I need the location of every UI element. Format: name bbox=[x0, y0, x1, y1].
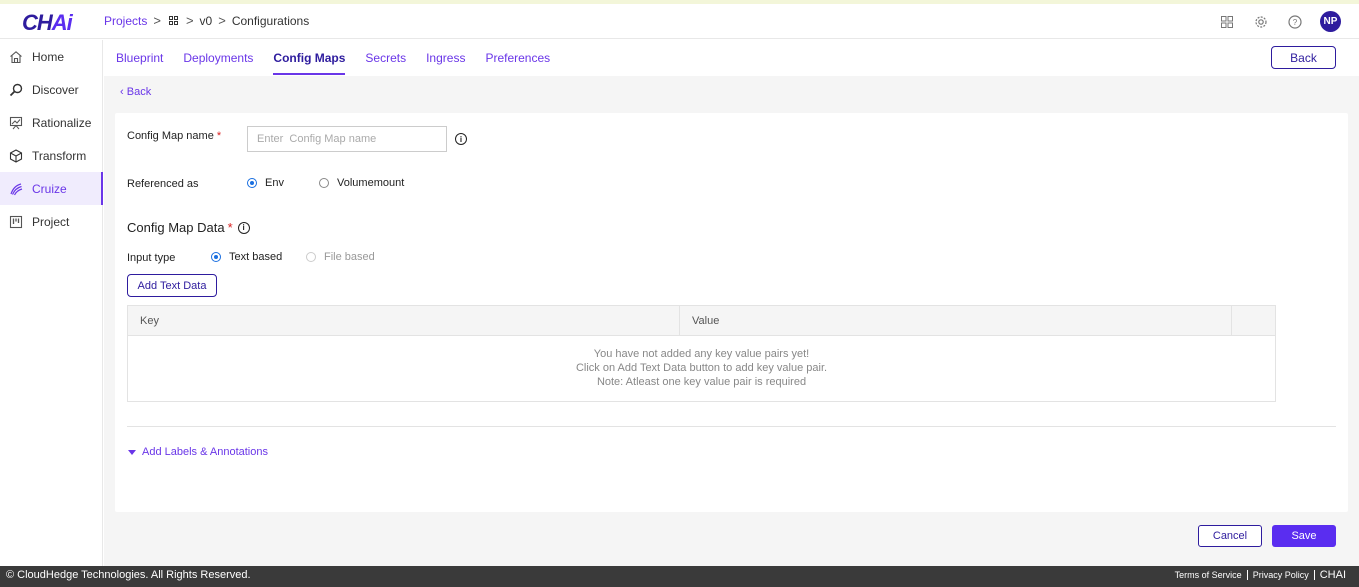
sidebar-item-cruize[interactable]: Cruize bbox=[0, 172, 103, 205]
tab-blueprint[interactable]: Blueprint bbox=[116, 40, 163, 76]
radio-unselected-icon bbox=[319, 178, 329, 188]
sidebar-item-label: Rationalize bbox=[32, 115, 92, 130]
caret-down-icon bbox=[128, 449, 136, 455]
settings-gear-icon[interactable] bbox=[1252, 13, 1270, 31]
home-icon bbox=[8, 49, 24, 65]
radio-text-based[interactable]: Text based bbox=[211, 251, 282, 263]
tab-config-maps[interactable]: Config Maps bbox=[273, 40, 346, 76]
breadcrumb-separator: > bbox=[218, 13, 226, 28]
footer-links: Terms of Service Privacy Policy CHAI bbox=[1170, 569, 1351, 581]
apps-grid-icon[interactable] bbox=[1218, 13, 1236, 31]
input-type-label: Input type bbox=[127, 252, 176, 264]
discover-icon bbox=[8, 82, 24, 98]
add-text-data-button[interactable]: Add Text Data bbox=[127, 274, 217, 297]
cube-icon bbox=[8, 148, 24, 164]
column-key: Key bbox=[128, 306, 680, 335]
tab-preferences[interactable]: Preferences bbox=[485, 40, 550, 76]
config-tabs: Blueprint Deployments Config Maps Secret… bbox=[104, 40, 1359, 76]
radio-env[interactable]: Env bbox=[247, 177, 284, 189]
breadcrumb: Projects > > v0 > Configurations bbox=[104, 13, 309, 28]
tab-secrets[interactable]: Secrets bbox=[365, 40, 406, 76]
info-icon[interactable]: i bbox=[237, 221, 250, 234]
add-labels-annotations-toggle[interactable]: Add Labels & Annotations bbox=[128, 446, 268, 458]
sidebar-item-home[interactable]: Home bbox=[0, 40, 102, 73]
user-avatar[interactable]: NP bbox=[1320, 11, 1341, 32]
grid-icon[interactable] bbox=[168, 16, 178, 25]
footer: © CloudHedge Technologies. All Rights Re… bbox=[0, 566, 1359, 587]
info-icon[interactable]: i bbox=[455, 133, 467, 145]
radio-disabled-icon bbox=[306, 252, 316, 262]
sidebar-item-transform[interactable]: Transform bbox=[0, 139, 102, 172]
save-button[interactable]: Save bbox=[1272, 525, 1336, 547]
radio-selected-icon bbox=[211, 252, 221, 262]
key-value-table: Key Value You have not added any key val… bbox=[127, 305, 1276, 402]
help-icon[interactable]: ? bbox=[1286, 13, 1304, 31]
sidebar-item-project[interactable]: Project bbox=[0, 205, 102, 238]
tab-deployments[interactable]: Deployments bbox=[183, 40, 253, 76]
breadcrumb-projects[interactable]: Projects bbox=[104, 14, 147, 28]
chai-footer-link[interactable]: CHAI bbox=[1315, 569, 1351, 581]
chai-logo[interactable]: CHAi bbox=[22, 10, 73, 36]
sidebar-item-label: Transform bbox=[32, 148, 87, 163]
sidebar-item-label: Home bbox=[32, 49, 65, 64]
rationalize-icon bbox=[8, 115, 24, 131]
sidebar: Home Discover Rationalize Transform Crui… bbox=[0, 40, 103, 566]
svg-text:?: ? bbox=[1293, 18, 1298, 27]
sidebar-item-label: Discover bbox=[32, 82, 79, 97]
chevron-left-icon: ‹ bbox=[120, 86, 124, 98]
back-button[interactable]: Back bbox=[1271, 46, 1336, 69]
config-map-data-title: Config Map Data * i bbox=[127, 220, 250, 235]
column-actions bbox=[1232, 306, 1275, 335]
copyright-text: © CloudHedge Technologies. All Rights Re… bbox=[6, 569, 251, 581]
breadcrumb-separator: > bbox=[153, 13, 161, 28]
column-value: Value bbox=[680, 306, 1232, 335]
breadcrumb-version[interactable]: v0 bbox=[200, 14, 213, 28]
project-icon bbox=[8, 214, 24, 230]
section-divider bbox=[127, 426, 1336, 427]
sidebar-item-rationalize[interactable]: Rationalize bbox=[0, 106, 102, 139]
sidebar-item-label: Project bbox=[32, 214, 70, 229]
radio-selected-icon bbox=[247, 178, 257, 188]
sidebar-item-discover[interactable]: Discover bbox=[0, 73, 102, 106]
cancel-button[interactable]: Cancel bbox=[1198, 525, 1262, 547]
cruize-icon bbox=[8, 181, 24, 197]
config-map-name-label: Config Map name * bbox=[127, 130, 222, 142]
terms-of-service-link[interactable]: Terms of Service bbox=[1170, 570, 1248, 580]
app-header: CHAi Projects > > v0 > Configurations ? … bbox=[0, 4, 1359, 39]
table-header: Key Value bbox=[128, 306, 1275, 336]
back-link[interactable]: ‹ Back bbox=[120, 86, 151, 98]
breadcrumb-separator: > bbox=[185, 13, 194, 28]
radio-file-based: File based bbox=[306, 251, 375, 263]
config-map-name-input[interactable] bbox=[247, 126, 447, 152]
tab-ingress[interactable]: Ingress bbox=[426, 40, 465, 76]
sidebar-item-label: Cruize bbox=[32, 181, 67, 196]
table-empty-state: You have not added any key value pairs y… bbox=[575, 348, 828, 388]
radio-volumemount[interactable]: Volumemount bbox=[319, 177, 404, 189]
breadcrumb-current: Configurations bbox=[231, 13, 310, 28]
privacy-policy-link[interactable]: Privacy Policy bbox=[1248, 570, 1315, 580]
referenced-as-label: Referenced as bbox=[127, 178, 199, 190]
